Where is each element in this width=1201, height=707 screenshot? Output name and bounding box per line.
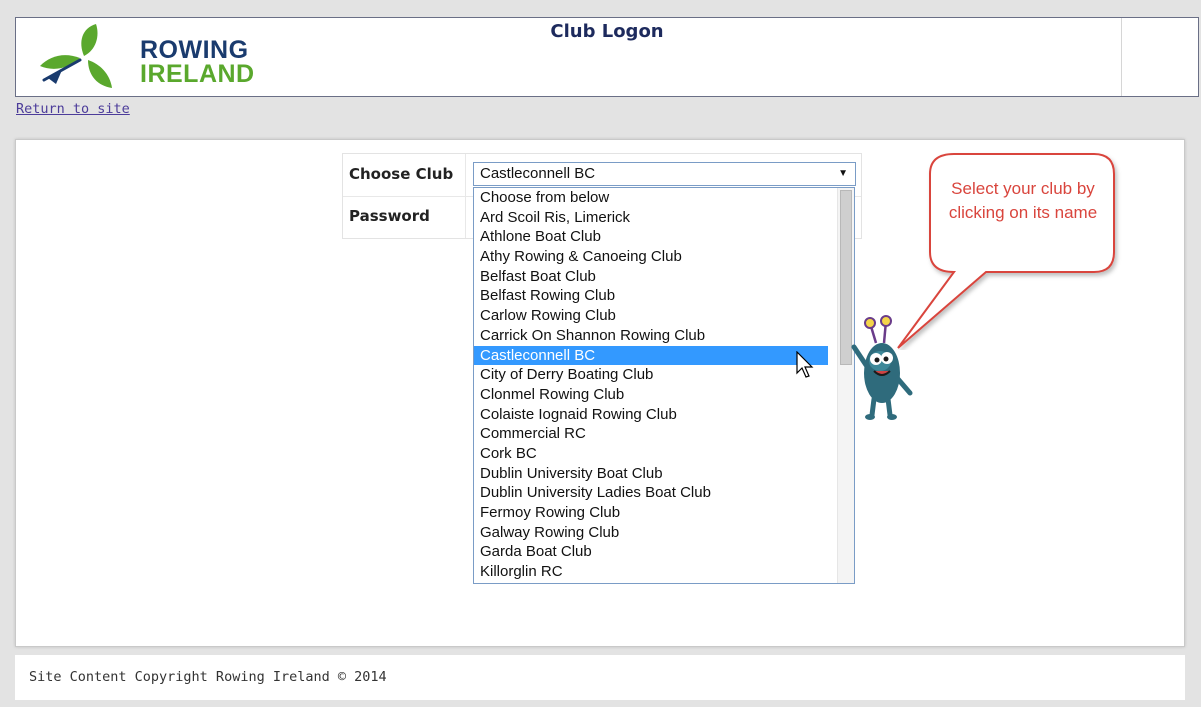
club-option[interactable]: Garda Boat Club: [474, 542, 828, 562]
dropdown-arrow-icon[interactable]: ▼: [838, 163, 848, 185]
club-option[interactable]: Commercial RC: [474, 424, 828, 444]
club-option[interactable]: Dublin University Boat Club: [474, 464, 828, 484]
return-to-site-link[interactable]: Return to site: [16, 101, 130, 117]
club-option[interactable]: City of Derry Boating Club: [474, 365, 828, 385]
club-option[interactable]: Athlone Boat Club: [474, 227, 828, 247]
copyright-text: Site Content Copyright Rowing Ireland © …: [29, 669, 387, 685]
header-divider: [1121, 18, 1122, 96]
password-label: Password: [349, 207, 430, 225]
club-option[interactable]: Belfast Rowing Club: [474, 286, 828, 306]
choose-club-label: Choose Club: [349, 165, 454, 183]
club-options: Choose from below Ard Scoil Ris, Limerick…: [474, 188, 854, 582]
site-header: ROWING IRELAND Club Logon: [15, 17, 1199, 97]
logo-line-2: IRELAND: [140, 60, 255, 88]
logo-wordmark: ROWING IRELAND: [140, 38, 255, 88]
club-option[interactable]: Cork BC: [474, 444, 828, 464]
monster-mascot-icon: [851, 315, 913, 420]
club-option[interactable]: Athy Rowing & Canoeing Club: [474, 247, 828, 267]
club-dropdown-list[interactable]: Choose from below Ard Scoil Ris, Limerick…: [473, 187, 855, 584]
club-option[interactable]: Dublin University Ladies Boat Club: [474, 483, 828, 503]
club-option[interactable]: Galway Rowing Club: [474, 523, 828, 543]
club-option[interactable]: Castleconnell BC: [474, 345, 828, 366]
club-option[interactable]: Carrick On Shannon Rowing Club: [474, 326, 828, 346]
club-option[interactable]: Killorglin RC: [474, 562, 828, 582]
site-footer: Site Content Copyright Rowing Ireland © …: [15, 655, 1185, 700]
callout-text: Select your club by clicking on its name: [948, 179, 1098, 222]
club-option[interactable]: Belfast Boat Club: [474, 267, 828, 287]
club-select[interactable]: Castleconnell BC ▼: [473, 162, 856, 186]
club-option[interactable]: Colaiste Iognaid Rowing Club: [474, 405, 828, 425]
club-option[interactable]: Ard Scoil Ris, Limerick: [474, 208, 828, 228]
page-title: Club Logon: [550, 21, 664, 42]
mouse-pointer-icon: [796, 351, 814, 378]
club-option[interactable]: Clonmel Rowing Club: [474, 385, 828, 405]
club-select-value: Castleconnell BC: [480, 165, 596, 182]
club-option[interactable]: Carlow Rowing Club: [474, 306, 828, 326]
club-option[interactable]: Fermoy Rowing Club: [474, 503, 828, 523]
club-option[interactable]: Choose from below: [474, 188, 828, 208]
